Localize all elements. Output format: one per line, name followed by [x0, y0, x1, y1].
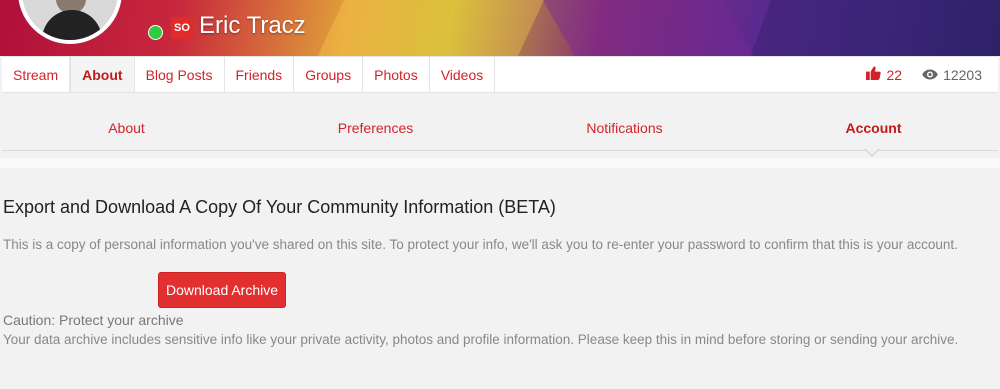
- so-badge-icon: SO: [171, 17, 193, 39]
- nav-item-friends[interactable]: Friends: [225, 57, 295, 92]
- caution-text: Your data archive includes sensitive inf…: [3, 332, 959, 347]
- nav-item-groups[interactable]: Groups: [294, 57, 364, 92]
- profile-name[interactable]: Eric Tracz: [199, 12, 306, 40]
- views-count: 12203: [943, 66, 982, 83]
- online-status-icon: [148, 25, 163, 40]
- section-divider: [0, 158, 1000, 168]
- avatar[interactable]: [18, 0, 122, 44]
- nav-item-about[interactable]: About: [70, 57, 135, 92]
- settings-tabs: About Preferences Notifications Account: [2, 112, 998, 151]
- nav-item-photos[interactable]: Photos: [363, 57, 430, 92]
- active-tab-indicator-inner: [865, 148, 879, 155]
- nav-item-blog-posts[interactable]: Blog Posts: [135, 57, 225, 92]
- cover-decoration: [741, 0, 1000, 56]
- avatar-body: [42, 10, 102, 40]
- download-archive-button[interactable]: Download Archive: [158, 272, 286, 308]
- tab-preferences[interactable]: Preferences: [251, 120, 500, 136]
- views-stat: 12203: [922, 67, 982, 83]
- section-title: Export and Download A Copy Of Your Commu…: [3, 197, 556, 217]
- profile-stats: 22 12203: [866, 57, 998, 92]
- cover-decoration: [525, 0, 775, 56]
- thumbs-up-icon: [866, 66, 882, 83]
- cover-banner: SO Eric Tracz: [0, 0, 1000, 56]
- nav-item-stream[interactable]: Stream: [2, 57, 71, 92]
- tab-account[interactable]: Account: [749, 120, 998, 136]
- cover-decoration: [297, 0, 563, 56]
- likes-count: 22: [886, 66, 903, 83]
- profile-nav: Stream About Blog Posts Friends Groups P…: [2, 56, 998, 93]
- tab-notifications[interactable]: Notifications: [500, 120, 749, 136]
- nav-item-videos[interactable]: Videos: [430, 57, 496, 92]
- likes-stat[interactable]: 22: [866, 66, 902, 83]
- eye-icon: [922, 67, 938, 83]
- caution-title: Caution: Protect your archive: [3, 312, 184, 328]
- section-description: This is a copy of personal information y…: [3, 237, 958, 252]
- tab-about[interactable]: About: [2, 120, 251, 136]
